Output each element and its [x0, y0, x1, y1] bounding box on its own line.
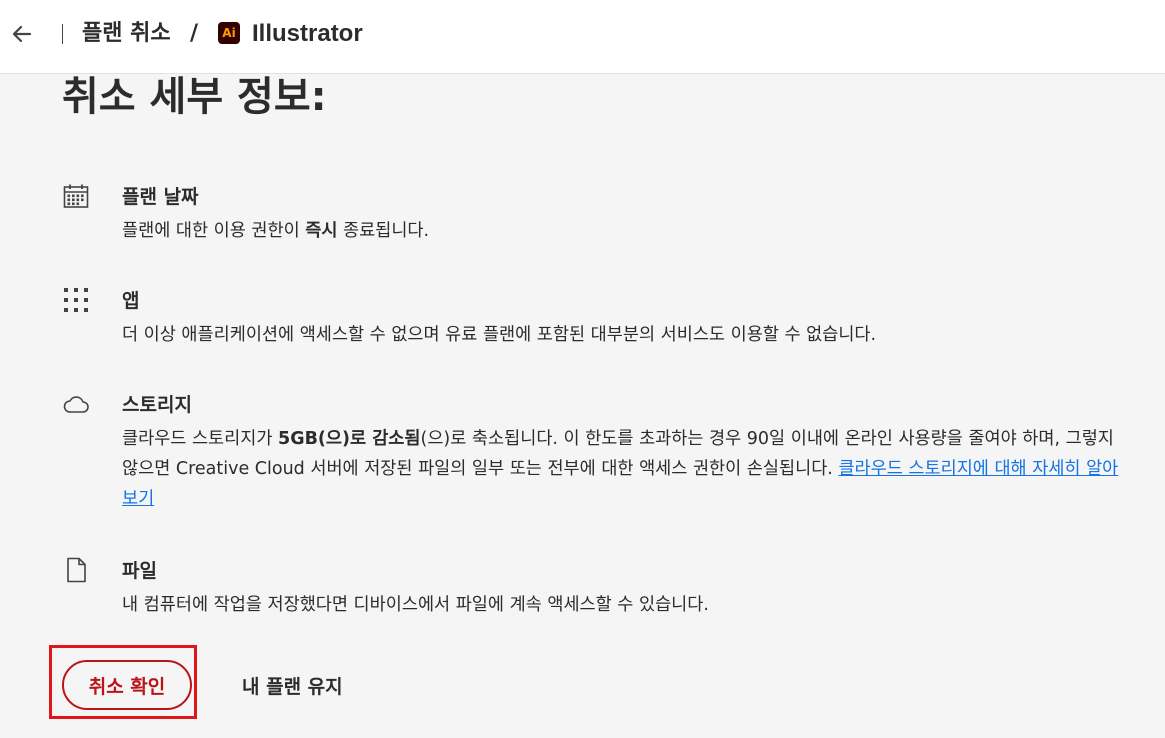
page-title: 취소 세부 정보: [62, 74, 327, 120]
header-divider [62, 24, 63, 44]
section-description: 더 이상 애플리케이션에 액세스할 수 없으며 유료 플랜에 포함된 대부분의 … [122, 325, 877, 345]
arrow-left-icon [12, 25, 32, 43]
back-button[interactable] [8, 20, 36, 48]
keep-plan-button[interactable]: 내 플랜 유지 [226, 660, 359, 710]
cloud-icon [62, 390, 90, 418]
app-grid-icon [62, 286, 90, 314]
calendar-icon [62, 182, 90, 210]
section-title: 파일 [122, 560, 157, 582]
breadcrumb-plan-cancel[interactable]: 플랜 취소 [82, 20, 171, 48]
section-title: 플랜 날짜 [122, 186, 199, 208]
section-title: 스토리지 [122, 394, 192, 416]
confirm-cancel-button[interactable]: 취소 확인 [62, 660, 192, 710]
section-title: 앱 [122, 290, 140, 312]
top-bar: 플랜 취소 / Ai Illustrator [0, 0, 1165, 74]
file-icon [62, 556, 90, 584]
section-description: 클라우드 스토리지가 5GB(으)로 감소됨(으)로 축소됩니다. 이 한도를 … [122, 429, 1119, 509]
emphasis-text: 즉시 [305, 221, 338, 241]
emphasis-text: 5GB(으)로 감소됨 [278, 429, 421, 449]
section-description: 플랜에 대한 이용 권한이 즉시 종료됩니다. [122, 221, 430, 241]
breadcrumb-app-name: Illustrator [252, 20, 363, 47]
illustrator-logo-icon: Ai [218, 22, 240, 44]
breadcrumb-separator: / [190, 21, 199, 46]
section-description: 내 컴퓨터에 작업을 저장했다면 디바이스에서 파일에 계속 액세스할 수 있습… [122, 595, 709, 615]
